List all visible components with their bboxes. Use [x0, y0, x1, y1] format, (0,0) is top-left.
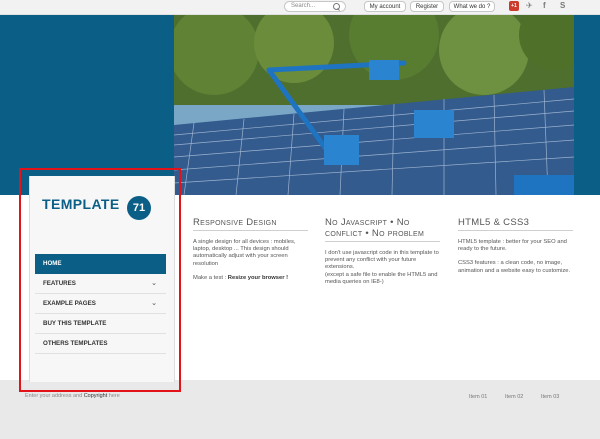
footer-item-01[interactable]: Item 01 [469, 394, 487, 400]
google-plus-icon[interactable]: +1 [509, 1, 519, 11]
column-responsive-design: Responsive Design A single design for al… [193, 217, 308, 289]
column-text: A single design for all devices : mobile… [193, 239, 296, 267]
column-text: I don't use javascript code in this temp… [325, 250, 439, 271]
what-we-do-button[interactable]: What we do ? [449, 1, 495, 12]
copyright-link[interactable]: Copyright [84, 393, 108, 399]
footer-suffix: here [107, 393, 120, 399]
column-text: CSS3 features : a clean code, no image, … [458, 260, 571, 274]
my-account-button[interactable]: My account [364, 1, 406, 12]
top-bar: Search... My account Register What we do… [0, 0, 600, 15]
column-text: HTML5 template : better for your SEO and… [458, 239, 567, 253]
column-text: (except a safe file to enable the HTML5 … [325, 271, 438, 285]
column-title: HTML5 & CSS3 [458, 217, 573, 231]
column-html5-css3: HTML5 & CSS3 HTML5 template : better for… [458, 217, 573, 282]
column-no-javascript: No Javascript • No conflict • No problem… [325, 217, 440, 293]
search-icon[interactable] [333, 3, 340, 10]
footer-item-02[interactable]: Item 02 [505, 394, 523, 400]
register-button[interactable]: Register [410, 1, 444, 12]
twitter-icon[interactable]: ✈ [526, 1, 533, 10]
facebook-icon[interactable]: f [543, 1, 546, 10]
column-text: Make a test : Resize your browser ! [193, 275, 308, 282]
column-title: No Javascript • No conflict • No problem [325, 217, 440, 242]
column-text-prefix: Make a test : [193, 274, 228, 281]
header-band-right [574, 15, 600, 195]
column-title: Responsive Design [193, 217, 308, 231]
hero-image [174, 15, 574, 195]
selection-highlight [19, 168, 181, 392]
footer-item-03[interactable]: Item 03 [541, 394, 559, 400]
footer-prefix: Enter your address and [25, 393, 84, 399]
skype-icon[interactable]: S [560, 1, 565, 10]
footer-copyright: Enter your address and Copyright here [25, 393, 120, 399]
column-text-bold: Resize your browser ! [227, 274, 289, 281]
